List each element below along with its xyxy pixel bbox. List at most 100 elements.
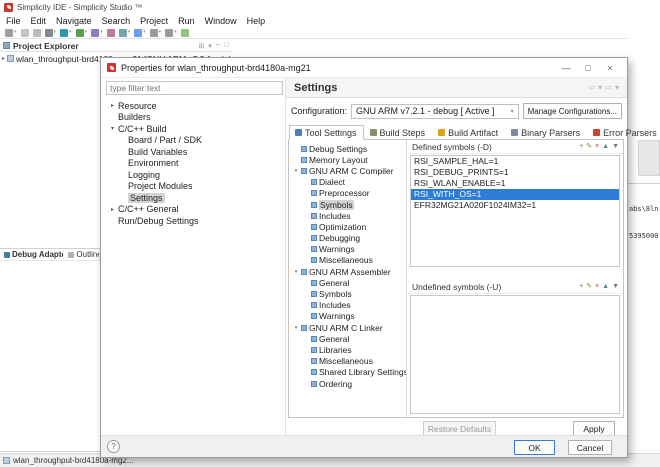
toolbar-icon[interactable]: ▾ <box>5 29 17 37</box>
settings-tab[interactable]: Error Parsers <box>587 125 660 140</box>
list-action-icon[interactable]: ▼ <box>612 143 619 150</box>
tool-settings-tree-item[interactable]: General <box>289 333 406 344</box>
menu-item[interactable]: Project <box>140 16 168 26</box>
menu-item[interactable]: Help <box>247 16 266 26</box>
defined-symbol-row[interactable]: RSI_WITH_OS=1 <box>411 189 619 200</box>
tool-settings-tree-item[interactable]: Includes <box>289 300 406 311</box>
toolbar-icon[interactable] <box>107 29 115 37</box>
toolbar-icon[interactable]: ▾ <box>119 29 131 37</box>
defined-symbol-row[interactable]: RSI_WLAN_ENABLE=1 <box>411 178 619 189</box>
cancel-button[interactable]: Cancel <box>568 440 612 455</box>
tool-settings-tree-item[interactable]: General <box>289 277 406 288</box>
toolbar-icon[interactable] <box>33 29 41 37</box>
settings-tab[interactable]: Binary Parsers <box>505 125 587 140</box>
toolbar-icon[interactable]: ▾ <box>76 29 88 37</box>
undefined-symbols-list[interactable] <box>410 295 620 414</box>
defined-symbols-list[interactable]: RSI_SAMPLE_HAL=1RSI_DEBUG_PRINTS=1RSI_WL… <box>410 155 620 267</box>
settings-tab[interactable]: Tool Settings <box>289 125 364 140</box>
tool-settings-tree-item[interactable]: Symbols <box>289 199 406 210</box>
tool-settings-tree-item[interactable]: Debug Settings <box>289 143 406 154</box>
tree-expander-icon[interactable]: ▸ <box>2 55 5 62</box>
tool-settings-tree-item[interactable]: Libraries <box>289 344 406 355</box>
help-button[interactable]: ? <box>107 440 120 453</box>
view-toolbar-icon[interactable]: ⊞ <box>198 42 204 50</box>
ok-button[interactable]: OK <box>514 440 555 455</box>
list-action-icon[interactable]: ✎ <box>586 143 592 150</box>
tool-settings-tree-item[interactable]: Shared Library Settings <box>289 367 406 378</box>
properties-tree-item[interactable]: Build Variables <box>105 146 283 158</box>
list-action-icon[interactable]: ▲ <box>602 283 609 290</box>
minimize-icon[interactable]: — <box>555 63 577 73</box>
properties-tree-item[interactable]: Run/Debug Settings <box>105 215 283 227</box>
restore-defaults-button[interactable]: Restore Defaults <box>423 421 496 436</box>
view-toolbar-icon[interactable]: □ <box>225 42 229 50</box>
toolbar-icon[interactable]: ▾ <box>91 29 103 37</box>
menu-item[interactable]: File <box>6 16 21 26</box>
menu-item[interactable]: Window <box>205 16 237 26</box>
toolbar-icon[interactable]: ▾ <box>60 29 72 37</box>
properties-tree-item[interactable]: ▸ C/C++ General <box>105 204 283 216</box>
toolbar-icon[interactable]: ▾ <box>134 29 146 37</box>
apply-button[interactable]: Apply <box>573 421 615 436</box>
tool-settings-tree-item[interactable]: Preprocessor <box>289 188 406 199</box>
configuration-select[interactable]: GNU ARM v7.2.1 - debug [ Active ] ▾ <box>351 104 519 119</box>
list-action-icon[interactable]: ▲ <box>602 143 609 150</box>
tree-expander-icon[interactable]: ▾ <box>109 125 116 132</box>
toolbar-icon[interactable]: ▾ <box>150 29 162 37</box>
properties-tree-item[interactable]: Project Modules <box>105 181 283 193</box>
history-nav-icon[interactable]: ▾ <box>598 83 602 92</box>
settings-tab[interactable]: Build Steps <box>364 125 433 140</box>
view-toolbar-icon[interactable]: ─ <box>216 42 221 50</box>
list-action-icon[interactable]: × <box>595 283 599 290</box>
tool-settings-tree-item[interactable]: ▾ GNU ARM C Linker <box>289 322 406 333</box>
properties-tree-item[interactable]: Settings <box>105 192 283 204</box>
tool-settings-tree-item[interactable]: Warnings <box>289 244 406 255</box>
view-toolbar-icon[interactable]: ▾ <box>208 42 212 50</box>
properties-tree-item[interactable]: Logging <box>105 169 283 181</box>
list-action-icon[interactable]: × <box>595 143 599 150</box>
toolbar-icon[interactable]: ▾ <box>165 29 177 37</box>
tool-settings-tree-item[interactable]: Ordering <box>289 378 406 389</box>
properties-tree-item[interactable]: ▾ C/C++ Build <box>105 123 283 135</box>
panel-tab[interactable]: Debug Adapters <box>0 249 64 261</box>
list-action-icon[interactable]: + <box>579 143 583 150</box>
list-action-icon[interactable]: ▼ <box>612 283 619 290</box>
menu-item[interactable]: Navigate <box>56 16 92 26</box>
defined-symbol-row[interactable]: EFR32MG21A020F1024IM32=1 <box>411 200 619 211</box>
toolbar-icon[interactable] <box>21 29 29 37</box>
defined-symbol-row[interactable]: RSI_SAMPLE_HAL=1 <box>411 156 619 167</box>
tool-settings-tree-item[interactable]: Optimization <box>289 221 406 232</box>
tool-settings-tree-item[interactable]: Debugging <box>289 233 406 244</box>
tool-settings-tree-item[interactable]: Memory Layout <box>289 154 406 165</box>
close-icon[interactable]: × <box>599 63 621 73</box>
properties-tree-item[interactable]: Builders <box>105 112 283 124</box>
tool-settings-tree-item[interactable]: Miscellaneous <box>289 255 406 266</box>
properties-tree-item[interactable]: Board / Part / SDK <box>105 135 283 147</box>
tree-expander-icon[interactable]: ▸ <box>109 206 116 213</box>
toolbar-icon[interactable] <box>181 29 189 37</box>
toolbar-icon[interactable]: ▾ <box>45 29 57 37</box>
menu-item[interactable]: Search <box>102 16 131 26</box>
menu-item[interactable]: Edit <box>31 16 47 26</box>
tool-settings-tree-item[interactable]: ▾ GNU ARM C Compiler <box>289 165 406 176</box>
maximize-icon[interactable]: □ <box>577 63 599 73</box>
tree-expander-icon[interactable]: ▾ <box>293 325 299 331</box>
history-nav-icon[interactable]: ⇦ <box>589 83 596 92</box>
tool-settings-tree-item[interactable]: ▾ GNU ARM Assembler <box>289 266 406 277</box>
properties-tree-item[interactable]: ▸ Resource <box>105 100 283 112</box>
list-action-icon[interactable]: ✎ <box>586 283 592 290</box>
defined-symbol-row[interactable]: RSI_DEBUG_PRINTS=1 <box>411 167 619 178</box>
tree-expander-icon[interactable]: ▸ <box>109 102 116 109</box>
tree-expander-icon[interactable]: ▾ <box>293 168 299 174</box>
history-nav-icon[interactable]: ⇨ <box>605 83 612 92</box>
tool-settings-tree-item[interactable]: Dialect <box>289 177 406 188</box>
manage-configurations-button[interactable]: Manage Configurations... <box>523 103 622 119</box>
filter-input[interactable] <box>106 81 283 95</box>
tool-settings-tree-item[interactable]: Warnings <box>289 311 406 322</box>
list-action-icon[interactable]: + <box>579 283 583 290</box>
history-nav-icon[interactable]: ▾ <box>615 83 619 92</box>
tool-settings-tree-item[interactable]: Miscellaneous <box>289 356 406 367</box>
properties-tree-item[interactable]: Environment <box>105 158 283 170</box>
menu-item[interactable]: Run <box>178 16 195 26</box>
dialog-titlebar[interactable]: Properties for wlan_throughput-brd4180a-… <box>101 58 627 78</box>
